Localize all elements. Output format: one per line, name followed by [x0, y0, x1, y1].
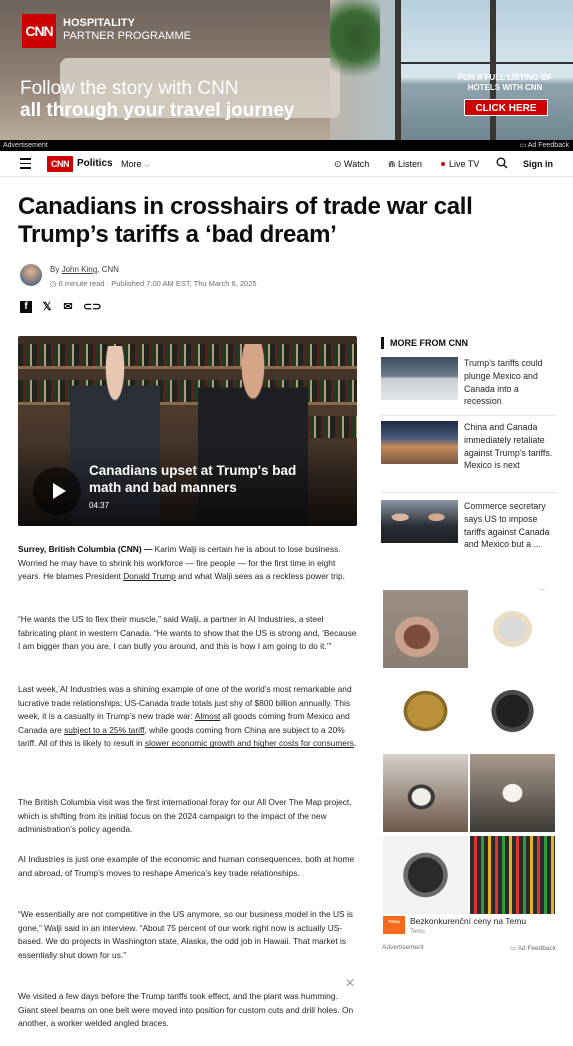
feedback-icon: ▭ — [519, 142, 528, 149]
feedback-icon: ▭ — [510, 945, 518, 952]
article-paragraph: Surrey, British Columbia (CNN) — Karim W… — [18, 543, 358, 584]
ad-headline-line2: all through your travel journey — [20, 100, 295, 121]
ad-feedback-label: Ad Feedback — [517, 945, 556, 952]
watch-label: Watch — [344, 159, 370, 169]
ad-side-text: FOR A FULL LISTING OF HOTELS WITH CNN — [458, 73, 552, 92]
live-dot-icon — [441, 162, 445, 166]
ad-programme-name: HOSPITALITY PARTNER PROGRAMME — [63, 17, 191, 43]
product-cat-shelf-image[interactable] — [383, 754, 468, 832]
listen-link[interactable]: ⋒ Listen — [388, 159, 422, 170]
ad-feedback-link[interactable]: ▭ Ad Feedback — [510, 944, 556, 952]
published-date: Published 7:00 AM EST, Thu March 6, 2025 — [111, 279, 257, 288]
product-sandals-image[interactable] — [383, 590, 468, 668]
play-button-icon[interactable] — [33, 467, 81, 515]
article-paragraph: The British Columbia visit was the first… — [18, 797, 352, 835]
article-paragraph: Last week, AI Industries was a shining e… — [18, 683, 358, 751]
email-icon[interactable]: ✉ — [62, 301, 74, 313]
ad-cnn-logo: CNN — [22, 14, 56, 48]
advertisement-label: Advertisement — [382, 944, 424, 951]
side-display-ad[interactable]: ⓘ ✕ Temu Bezkonkurenční ceny na Temu Tem… — [381, 588, 557, 953]
article-timestamp: ◷ 6 minute read · Published 7:00 AM EST,… — [50, 279, 257, 288]
read-time: 6 minute read — [58, 279, 105, 288]
more-item-thumbnail[interactable] — [381, 421, 458, 464]
headphones-icon: ⋒ — [388, 159, 399, 169]
tariff-link[interactable]: subject to a 25% tariff — [64, 725, 144, 735]
article-paragraph: “We essentially are not competitive in t… — [18, 909, 353, 960]
more-menu-button[interactable]: More ⌵ — [121, 159, 150, 170]
ad-click-here-button[interactable]: CLICK HERE — [464, 99, 548, 116]
ad-window-image — [395, 0, 573, 140]
almost-link[interactable]: Almost — [195, 711, 221, 721]
video-title: Canadians upset at Trump's bad math and … — [89, 463, 297, 495]
ad-window-post — [395, 0, 401, 140]
more-item-thumbnail[interactable] — [381, 500, 458, 543]
more-label: More — [121, 159, 142, 169]
x-twitter-icon[interactable]: 𝕏 — [41, 301, 53, 313]
advertiser-name: Temu — [410, 929, 425, 935]
temu-logo[interactable]: Temu — [383, 916, 405, 934]
ad-programme-line2: PARTNER PROGRAMME — [63, 30, 191, 42]
ad-plant-image — [330, 0, 380, 90]
wine-shelf-image — [18, 366, 357, 369]
product-tire-chain-image[interactable] — [383, 836, 468, 914]
ad-window-post — [490, 0, 496, 140]
hamburger-menu-icon[interactable] — [20, 158, 31, 169]
byline-suffix: , CNN — [97, 265, 119, 274]
chevron-down-icon: ⌵ — [144, 160, 151, 169]
watch-link[interactable]: ⊙ Watch — [334, 159, 369, 170]
product-screwdriver-set-image[interactable] — [470, 836, 555, 914]
more-item-title[interactable]: Trump’s tariffs could plunge Mexico and … — [464, 357, 557, 408]
ad-feedback-label: Ad Feedback — [527, 142, 569, 149]
advertiser-text[interactable]: Bezkonkurenční ceny na Temu — [410, 916, 526, 926]
live-tv-label: Live TV — [449, 159, 480, 169]
link-icon[interactable]: ⊂⊃ — [83, 301, 101, 313]
more-from-cnn-heading: MORE FROM CNN — [381, 337, 468, 349]
article-headline: Canadians in crosshairs of trade war cal… — [18, 193, 473, 248]
ad-feedback-link[interactable]: ▭ Ad Feedback — [520, 140, 569, 151]
article-paragraph: “He wants the US to flex their muscle,” … — [18, 614, 357, 652]
author-link[interactable]: John King — [62, 265, 98, 274]
top-banner-ad[interactable]: CNN HOSPITALITY PARTNER PROGRAMME Follow… — [0, 0, 573, 140]
article-paragraph: We visited a few days before the Trump t… — [18, 991, 354, 1029]
byline: By John King, CNN — [50, 265, 119, 274]
cnn-logo[interactable]: CNN — [47, 156, 73, 172]
product-owl-figurine-image[interactable] — [470, 590, 555, 668]
clock-icon: ◷ — [50, 279, 59, 288]
listen-label: Listen — [398, 159, 423, 169]
donald-trump-link[interactable]: Donald Trump — [123, 571, 176, 581]
product-cryptex-image[interactable] — [383, 672, 468, 750]
ad-label-bar: Advertisement ▭ Ad Feedback — [0, 140, 573, 151]
paragraph-text: . — [353, 738, 357, 749]
facebook-icon[interactable]: f — [20, 301, 32, 313]
live-tv-link[interactable]: Live TV — [441, 159, 479, 169]
sign-in-button[interactable]: Sign in — [523, 159, 553, 169]
ad-programme-line1: HOSPITALITY — [63, 17, 135, 29]
close-icon[interactable]: ✕ — [345, 976, 355, 990]
ad-headline-line1: Follow the story with CNN — [20, 78, 239, 99]
dateline: Surrey, British Columbia (CNN) — — [18, 544, 153, 554]
ad-balcony-rail — [395, 62, 573, 64]
site-header: CNN Politics More ⌵ ⊙ Watch ⋒ Listen Liv… — [0, 151, 573, 177]
wine-shelf-image — [18, 344, 357, 366]
byline-prefix: By — [50, 265, 62, 274]
article-paragraph: AI Industries is just one example of the… — [18, 854, 355, 878]
section-title[interactable]: Politics — [77, 158, 113, 169]
paragraph-text: and what Walji sees as a reckless power … — [175, 571, 345, 582]
product-smartwatch-image[interactable] — [470, 672, 555, 750]
more-item-title[interactable]: China and Canada immediately retaliate a… — [464, 421, 557, 472]
more-item-thumbnail[interactable] — [381, 357, 458, 400]
play-circle-icon: ⊙ — [334, 159, 345, 169]
divider — [381, 492, 557, 493]
economic-growth-link[interactable]: slower economic growth and higher costs … — [145, 738, 354, 748]
divider — [381, 415, 557, 416]
video-duration: 04:37 — [89, 501, 110, 510]
product-cat-figure-image[interactable] — [470, 754, 555, 832]
search-icon[interactable] — [496, 157, 508, 169]
video-player[interactable]: Canadians upset at Trump's bad math and … — [18, 336, 357, 526]
more-item-title[interactable]: Commerce secretary says US to impose tar… — [464, 500, 557, 551]
advertisement-label: Advertisement — [3, 142, 48, 149]
author-avatar[interactable] — [20, 264, 42, 286]
